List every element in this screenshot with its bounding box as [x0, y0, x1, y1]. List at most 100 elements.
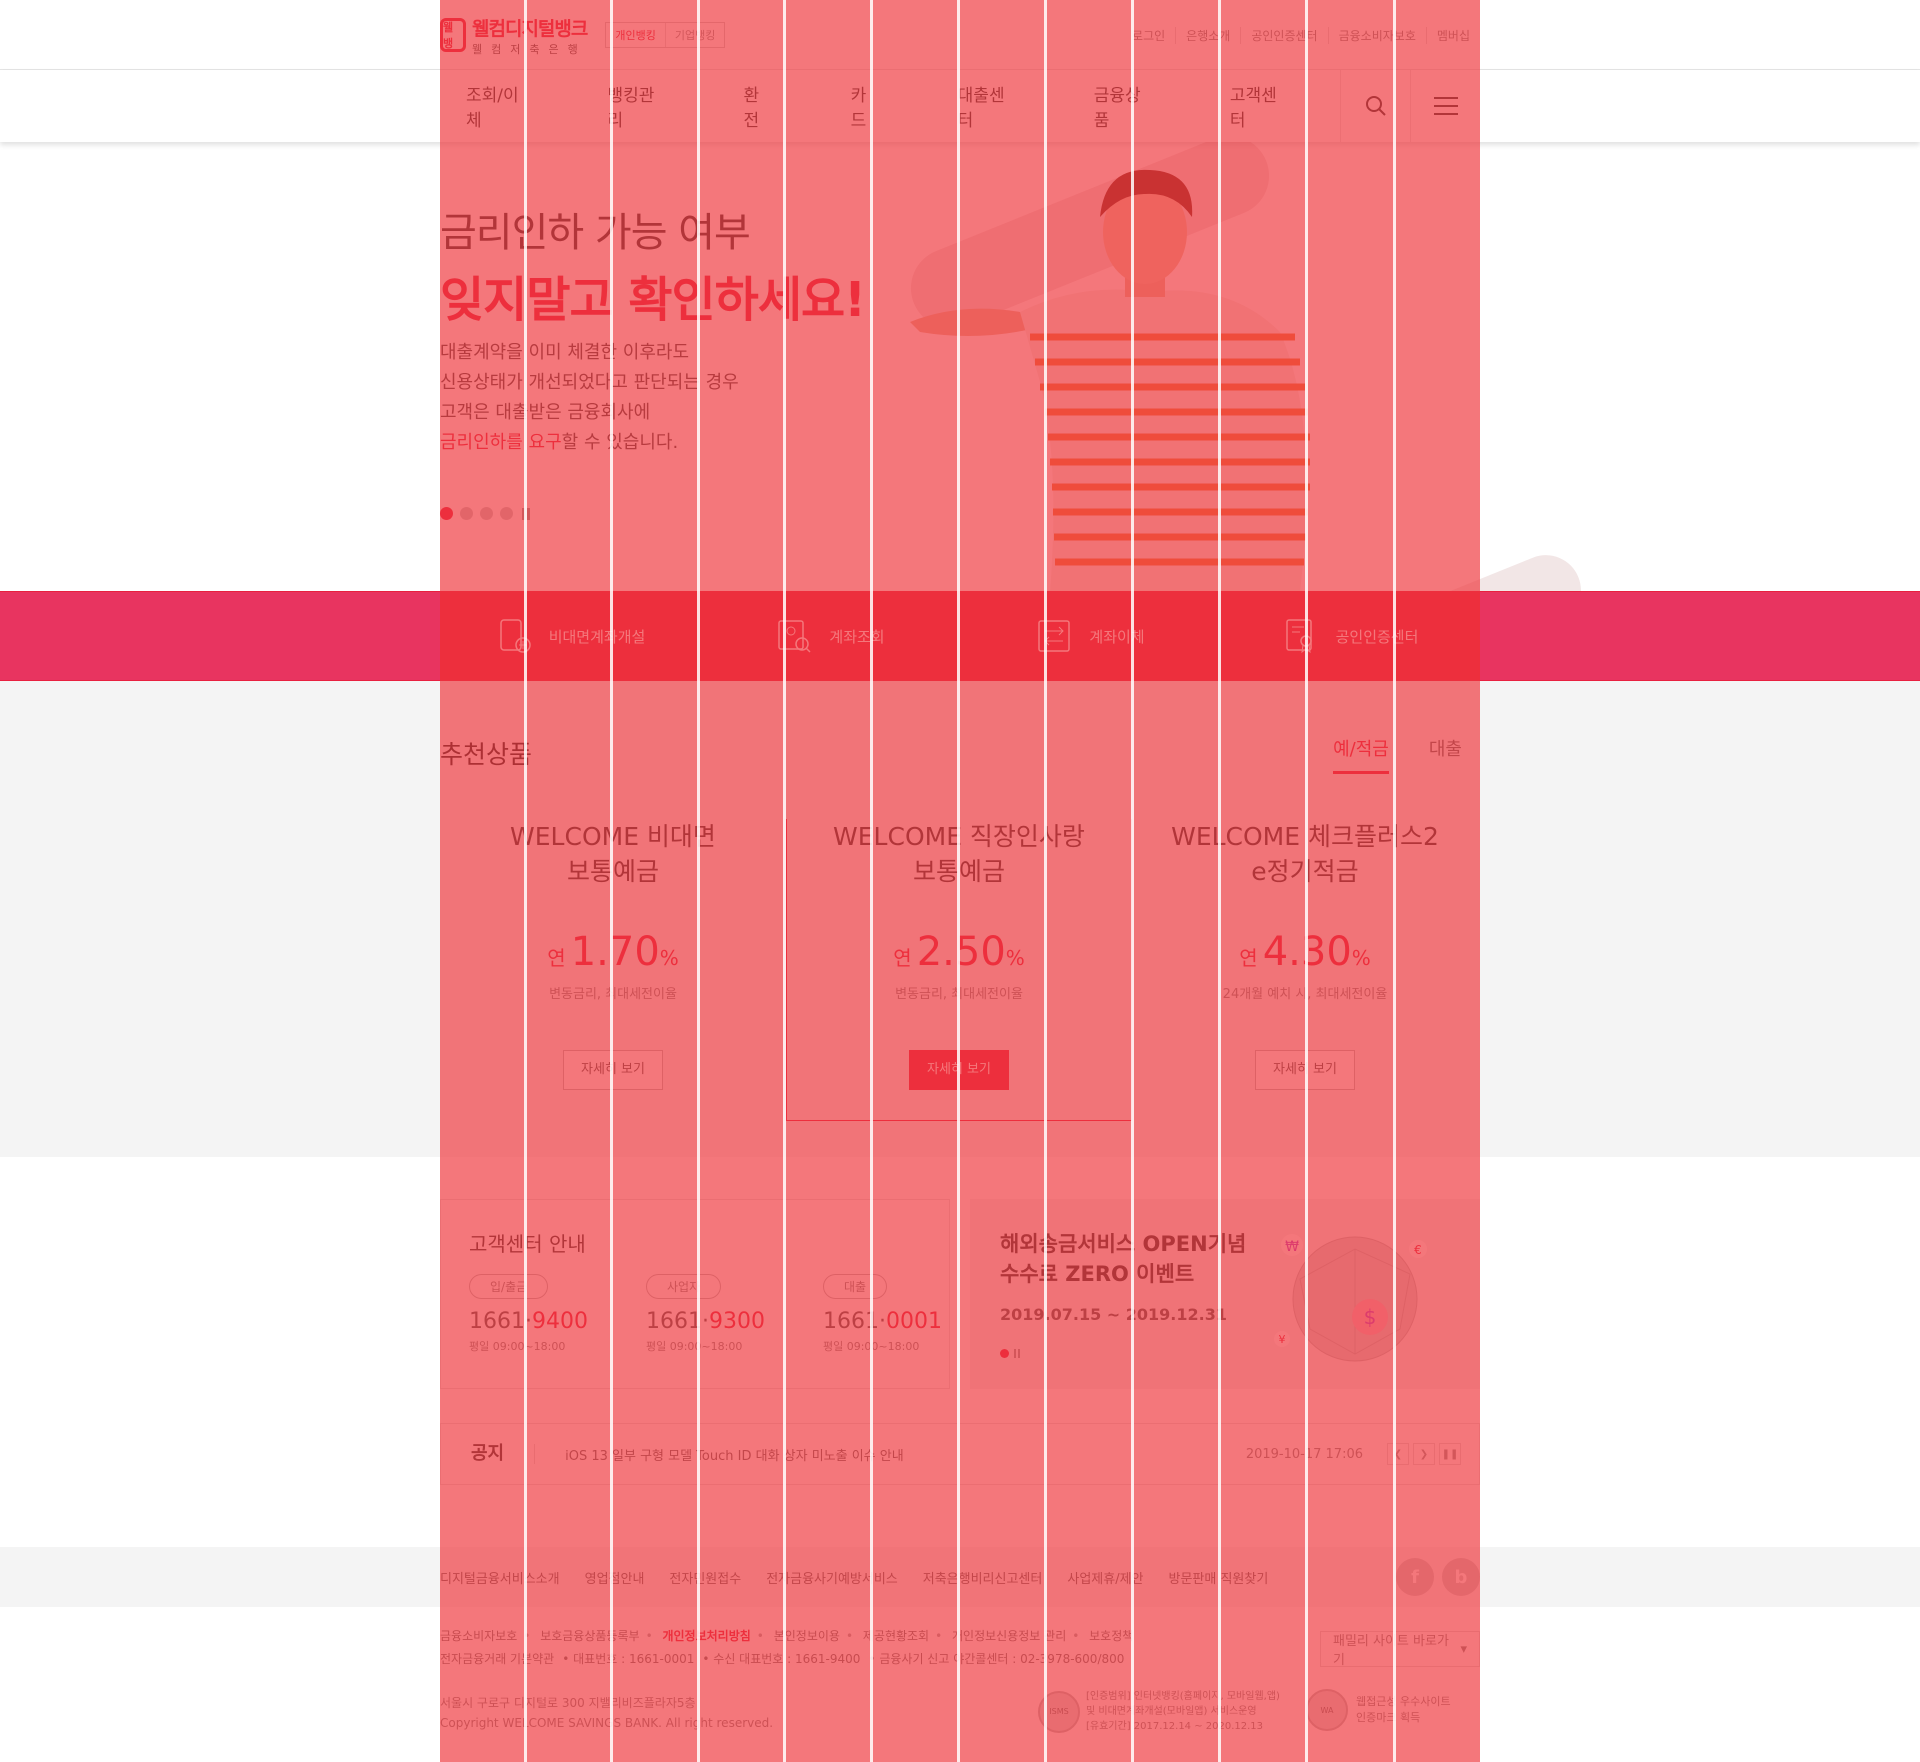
nav-financial-products[interactable]: 금융상품: [1068, 81, 1152, 131]
cs-badge: 사업자: [645, 1274, 722, 1299]
product-name: WELCOME 직장인사랑 보통예금: [833, 822, 1085, 886]
terms-link[interactable]: 전자금융거래 기본약관: [440, 1652, 554, 1666]
footer-link[interactable]: 영업점안내: [585, 1568, 645, 1587]
phone-number: 9300: [708, 1309, 765, 1334]
section-title: 추천상품: [440, 740, 533, 769]
quick-account-inquiry[interactable]: 계좌조회: [700, 591, 960, 681]
tab-personal-banking[interactable]: 개인뱅킹: [606, 23, 666, 47]
quick-open-account[interactable]: 비대면계좌개설: [440, 591, 700, 681]
slide-dot[interactable]: [460, 507, 473, 520]
isms-certification: ISMS [인증범위] 인터넷뱅킹(홈페이지, 모바일웹,앱) 및 비대면계좌개…: [1038, 1689, 1280, 1734]
certification-seal-icon: ISMS: [1038, 1690, 1080, 1733]
nav-banking-management[interactable]: 뱅킹관리: [581, 81, 665, 131]
product-rate: 연 4.30%: [1132, 929, 1478, 975]
logo[interactable]: 웰뱅 웰컴디지털뱅크 웰컴저축은행: [440, 14, 588, 57]
product-tabs: 예/적금 대출: [1333, 735, 1462, 774]
phone-number: 9400: [531, 1309, 588, 1334]
footer-link[interactable]: 전자민원접수: [669, 1568, 741, 1587]
pause-icon[interactable]: [1014, 1349, 1020, 1358]
membership-link[interactable]: 멤버십: [1425, 26, 1480, 44]
certificate-icon: [1285, 619, 1312, 654]
footer-link[interactable]: 저축은행비리신고센터: [923, 1568, 1043, 1587]
cert-center-link[interactable]: 공인인증센터: [1240, 26, 1327, 44]
svg-text:¥: ¥: [1279, 1333, 1286, 1346]
policy-link[interactable]: 개인정보신용정보 관리: [952, 1629, 1066, 1643]
certification-text: 웹접근성 우수사이트 인증마크 획득: [1356, 1695, 1451, 1724]
event-banner[interactable]: 해외송금서비스 OPEN기념 수수료 ZERO 이벤트 2019.07.15 ~…: [970, 1199, 1480, 1389]
hero-highlight: 금리인하를 요구: [440, 432, 562, 453]
event-title: 해외송금서비스 OPEN기념 수수료 ZERO 이벤트: [1000, 1232, 1247, 1286]
login-link[interactable]: 로그인: [1122, 27, 1175, 44]
svg-text:$: $: [1364, 1305, 1377, 1329]
phone-prefix: 1661·: [469, 1309, 532, 1334]
wa-mark-icon: WA: [1306, 1689, 1348, 1731]
footer-link[interactable]: 디지털금융서비스소개: [440, 1568, 560, 1587]
menu-button[interactable]: [1410, 70, 1480, 142]
quick-cert-center[interactable]: 공인인증센터: [1220, 591, 1480, 681]
blog-icon[interactable]: b: [1442, 1558, 1480, 1596]
phone-prefix: 1661·: [645, 1309, 709, 1334]
product-card[interactable]: WELCOME 직장인사랑 보통예금 연 2.50% 변동금리, 최대세전이율 …: [786, 819, 1132, 1121]
nav-card[interactable]: 카드: [825, 81, 880, 131]
privacy-policy-link[interactable]: 개인정보처리방침: [662, 1629, 750, 1643]
search-button[interactable]: [1340, 70, 1410, 142]
footer-link[interactable]: 방문판매 직원찾기: [1169, 1568, 1269, 1587]
model-illustration: [910, 169, 1310, 591]
product-card[interactable]: WELCOME 체크플러스2 e정기적금 연 4.30% 24개월 예치 시, …: [1132, 819, 1478, 1121]
notice-text[interactable]: iOS 13 일부 구형 모델 Touch ID 대화 상자 미노출 이슈 안내: [565, 1445, 904, 1464]
tab-deposit-savings[interactable]: 예/적금: [1333, 735, 1389, 774]
nav-customer-center[interactable]: 고객센터: [1204, 81, 1288, 131]
accessibility-certification: WA 웹접근성 우수사이트 인증마크 획득: [1306, 1689, 1451, 1731]
cs-phone[interactable]: 1661·9400: [469, 1309, 588, 1334]
hero-pagination: [440, 507, 530, 520]
footer-policy-links: 금융소비자보호 • 보호금융상품등록부 • 개인정보처리방침 • 본인정보이용 • 제공…: [440, 1629, 1134, 1643]
policy-link[interactable]: 금융소비자보호: [440, 1629, 517, 1643]
product-card[interactable]: WELCOME 비대면 보통예금 연 1.70% 변동금리, 최대세전이율 자세…: [440, 819, 786, 1121]
policy-link[interactable]: 제공현황조회: [863, 1629, 929, 1643]
hero-desc-line: 고객은 대출받은 금융회사에: [440, 402, 651, 423]
rate-prefix: 연: [893, 946, 912, 970]
next-icon[interactable]: ❯: [1413, 1443, 1435, 1465]
hero-desc-line: 금리인하를 요구할 수 있습니다.: [440, 428, 739, 458]
pause-icon[interactable]: [522, 507, 530, 520]
footer-link[interactable]: 사업제휴/제안: [1067, 1568, 1143, 1587]
prev-icon[interactable]: ❮: [1387, 1443, 1409, 1465]
nav-inquiry-transfer[interactable]: 조회/이체: [440, 81, 529, 131]
contact-text: 금융사기 신고 야간콜센터 : 02-3978-600/800: [879, 1652, 1125, 1666]
detail-button[interactable]: 자세히 보기: [1255, 1050, 1355, 1090]
phone-prefix: 1661·: [822, 1309, 886, 1334]
slide-dot[interactable]: [480, 507, 493, 520]
cs-phone[interactable]: 1661·0001: [823, 1309, 942, 1334]
bank-intro-link[interactable]: 은행소개: [1175, 26, 1240, 44]
family-site-select[interactable]: 패밀리 사이트 바로가기 ▾: [1320, 1631, 1480, 1668]
tab-loan[interactable]: 대출: [1429, 735, 1462, 774]
rate-value: 1.70: [570, 929, 660, 975]
family-site-label: 패밀리 사이트 바로가기: [1333, 1634, 1449, 1668]
nav-exchange[interactable]: 환전: [718, 81, 773, 131]
product-name: WELCOME 비대면 보통예금: [510, 822, 716, 886]
notice-label: 공지: [441, 1444, 536, 1464]
policy-link[interactable]: 보호금융상품등록부: [540, 1629, 639, 1643]
rate-value: 2.50: [916, 929, 1006, 975]
cs-phone[interactable]: 1661·9300: [646, 1309, 765, 1334]
hero-headline: 금리인하 가능 여부: [440, 210, 751, 256]
tab-corporate-banking[interactable]: 기업뱅킹: [666, 23, 724, 47]
rate-prefix: 연: [547, 946, 566, 970]
footer-link[interactable]: 전자금융사기예방서비스: [766, 1568, 898, 1587]
pause-icon[interactable]: ❚❚: [1439, 1443, 1461, 1465]
detail-button[interactable]: 자세히 보기: [909, 1050, 1009, 1090]
slide-dot[interactable]: [440, 507, 453, 520]
product-rate: 연 2.50%: [787, 929, 1131, 975]
nav-loan-center[interactable]: 대출센터: [932, 81, 1016, 131]
policy-link[interactable]: 본인정보이용: [774, 1629, 840, 1643]
detail-button[interactable]: 자세히 보기: [563, 1050, 663, 1090]
slide-dot[interactable]: [1000, 1349, 1009, 1358]
slide-dot[interactable]: [500, 507, 513, 520]
cs-badge: 대출: [822, 1274, 888, 1299]
quick-transfer[interactable]: 계좌이체: [960, 591, 1220, 681]
hero-desc-rest: 할 수 있습니다.: [561, 432, 679, 453]
logo-subtitle: 웰컴저축은행: [472, 42, 587, 56]
consumer-protection-link[interactable]: 금융소비자보호: [1327, 26, 1426, 44]
policy-link[interactable]: 보호정책: [1089, 1629, 1133, 1643]
facebook-icon[interactable]: f: [1396, 1558, 1434, 1596]
